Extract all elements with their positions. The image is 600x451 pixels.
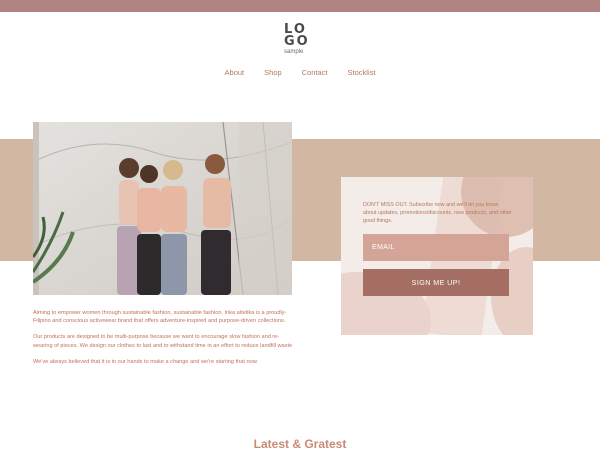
hero-photo — [33, 122, 292, 295]
sign-up-button[interactable]: SIGN ME UP! — [363, 269, 509, 296]
about-text: Aiming to empower women through sustaina… — [33, 309, 293, 374]
nav-about[interactable]: About — [225, 68, 245, 77]
about-paragraph-3: We've always believed that it is in our … — [33, 358, 258, 365]
main-nav: About Shop Contact Stocklist — [0, 68, 600, 77]
newsletter-message: DON'T MISS OUT. Subscribe now and we'll … — [363, 202, 512, 224]
nav-shop[interactable]: Shop — [264, 68, 282, 77]
logo-subtext: sample — [284, 49, 304, 55]
about-paragraph-2: Our products are designed to be multi-pu… — [33, 334, 293, 349]
hero-photo-illustration — [33, 122, 292, 295]
nav-contact[interactable]: Contact — [302, 68, 328, 77]
email-placeholder: EMAIL — [372, 244, 395, 251]
logo-line-2: GO — [284, 34, 310, 49]
top-accent-bar — [0, 0, 600, 12]
newsletter-card: DON'T MISS OUT. Subscribe now and we'll … — [341, 177, 533, 335]
latest-section-title: Latest & Gratest — [253, 437, 347, 451]
logo[interactable]: LO GO sample — [284, 23, 316, 56]
nav-stocklist[interactable]: Stocklist — [348, 68, 376, 77]
about-paragraph-1: Aiming to empower women through sustaina… — [33, 310, 287, 325]
